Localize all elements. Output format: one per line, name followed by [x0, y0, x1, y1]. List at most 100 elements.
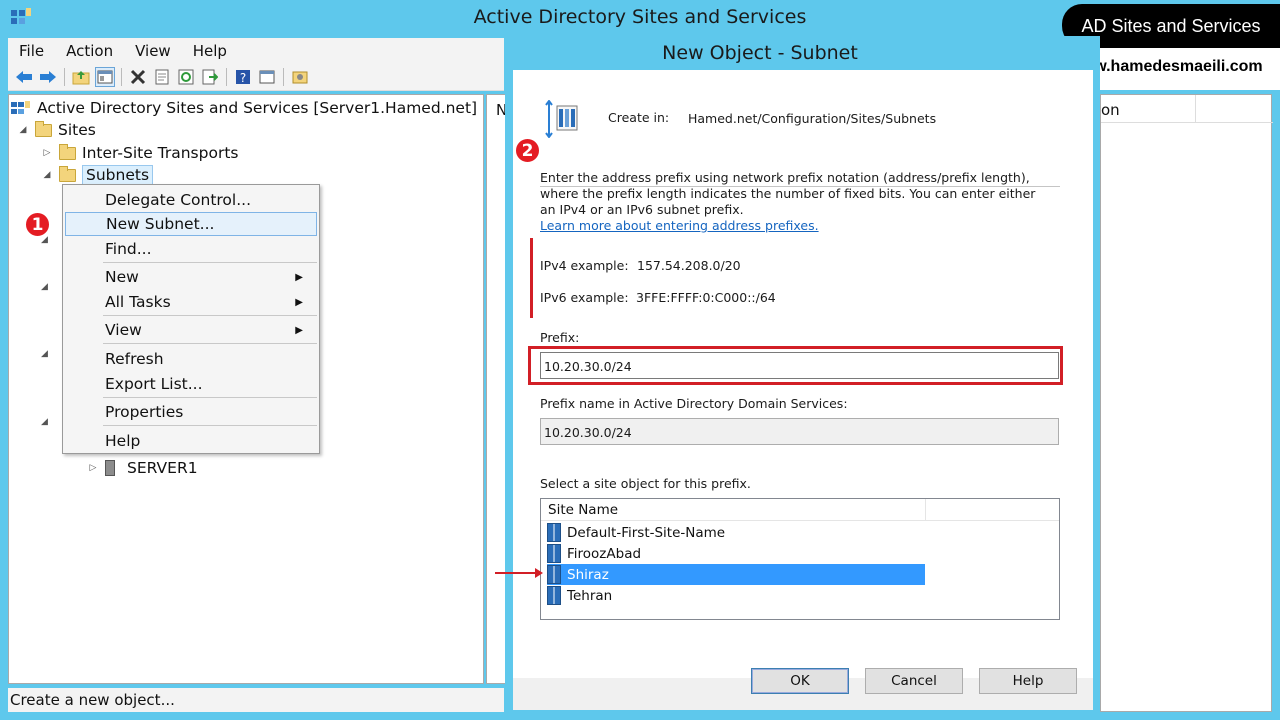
new-subnet-dialog: New Object - Subnet Create in: Hamed.net…	[505, 36, 1100, 716]
export-list-icon[interactable]	[200, 67, 220, 87]
ipv6-example-label: IPv6 example:	[540, 290, 629, 305]
menu-item-new-subnet[interactable]: New Subnet...	[65, 212, 317, 236]
menu-item-view[interactable]: View ▶	[65, 318, 317, 342]
collapse-arrow-icon[interactable]: ◢	[41, 170, 53, 180]
menu-item-label: Find...	[105, 240, 152, 258]
svg-text:?: ?	[240, 71, 246, 85]
menu-separator	[103, 343, 317, 344]
prefix-input[interactable]: 10.20.30.0/24	[540, 352, 1059, 379]
learn-more-link[interactable]: Learn more about entering address prefix…	[540, 218, 819, 233]
refresh-icon[interactable]	[176, 67, 196, 87]
menu-separator	[103, 315, 317, 316]
dialog-body: Create in: Hamed.net/Configuration/Sites…	[513, 70, 1093, 710]
site-list[interactable]: Site Name Default-First-Site-Name Firooz…	[540, 498, 1060, 620]
ipv6-example-value: 3FFE:FFFF:0:C000::/64	[636, 290, 776, 305]
site-row-label: Default-First-Site-Name	[567, 524, 726, 541]
new-object-icon[interactable]	[290, 67, 310, 87]
dialog-content: Create in: Hamed.net/Configuration/Sites…	[513, 70, 1093, 678]
menu-separator	[103, 397, 317, 398]
menu-item-label: New	[105, 268, 139, 286]
menu-file[interactable]: File	[8, 42, 55, 60]
step-badge-one: 1	[24, 211, 51, 238]
site-row-label: FiroozAbad	[567, 545, 642, 562]
submenu-arrow-icon: ▶	[295, 296, 303, 308]
column-header-row: on	[1101, 95, 1273, 123]
toolbar-separator	[121, 68, 122, 86]
server-icon	[105, 460, 115, 476]
back-arrow-icon[interactable]	[14, 67, 34, 87]
tree-item-server1[interactable]: ▷ SERVER1	[87, 457, 198, 479]
watermark-title: AD Sites and Services	[1081, 16, 1261, 36]
properties-icon[interactable]	[152, 67, 172, 87]
menu-action[interactable]: Action	[55, 42, 124, 60]
menu-item-label: New Subnet...	[106, 215, 215, 233]
menu-item-new[interactable]: New ▶	[65, 265, 317, 289]
menu-item-export-list[interactable]: Export List...	[65, 372, 317, 396]
forward-arrow-icon[interactable]	[38, 67, 58, 87]
expand-arrow-icon[interactable]: ▷	[41, 148, 53, 158]
site-list-header[interactable]: Site Name	[541, 499, 1059, 521]
status-bar: Create a new object...	[8, 688, 504, 712]
menu-help[interactable]: Help	[182, 42, 238, 60]
menu-item-label: All Tasks	[105, 293, 171, 311]
collapse-arrow-icon[interactable]: ◢	[41, 276, 48, 298]
console-icon[interactable]	[257, 67, 277, 87]
toolbar: ?	[8, 64, 504, 91]
folder-icon	[59, 143, 76, 160]
background-details-pane: on	[1100, 94, 1273, 712]
site-row-tehran[interactable]: Tehran	[547, 585, 925, 606]
menu-item-find[interactable]: Find...	[65, 237, 317, 261]
toolbar-separator	[64, 68, 65, 86]
site-select-label: Select a site object for this prefix.	[540, 476, 751, 491]
step-badge-two: 2	[514, 137, 541, 164]
collapse-arrow-icon[interactable]: ◢	[17, 125, 29, 135]
menu-separator	[103, 425, 317, 426]
tree-item-subnets[interactable]: ◢ Subnets	[41, 164, 154, 186]
submenu-arrow-icon: ▶	[295, 324, 303, 336]
site-row-label: Shiraz	[567, 566, 609, 583]
ok-button[interactable]: OK	[751, 668, 849, 694]
site-row-shiraz[interactable]: Shiraz	[547, 564, 925, 585]
help-icon[interactable]: ?	[233, 67, 253, 87]
folder-icon	[59, 165, 76, 182]
cancel-button[interactable]: Cancel	[865, 668, 963, 694]
up-folder-icon[interactable]	[71, 67, 91, 87]
menu-item-label: Delegate Control...	[105, 191, 252, 209]
column-header-partial: on	[1101, 101, 1120, 119]
site-icon	[547, 565, 561, 584]
site-icon	[547, 544, 561, 563]
show-hide-tree-icon[interactable]	[95, 67, 115, 87]
help-button[interactable]: Help	[979, 668, 1077, 694]
collapse-arrow-icon[interactable]: ◢	[41, 343, 48, 365]
expand-arrow-icon[interactable]: ▷	[87, 463, 99, 473]
tree-item-inter-site-label: Inter-Site Transports	[82, 144, 239, 162]
menu-view[interactable]: View	[124, 42, 182, 60]
tree-item-sites-label: Sites	[58, 121, 96, 139]
instructions-line-3: an IPv4 or an IPv6 subnet prefix.	[540, 202, 744, 217]
menu-item-label: Refresh	[105, 350, 164, 368]
tree-item-sites[interactable]: ◢ Sites	[17, 119, 96, 141]
tree-item-inter-site-transports[interactable]: ▷ Inter-Site Transports	[41, 142, 238, 164]
menu-item-label: Export List...	[105, 375, 203, 393]
menu-item-properties[interactable]: Properties	[65, 400, 317, 424]
site-row-default-first-site-name[interactable]: Default-First-Site-Name	[547, 522, 925, 543]
annotation-arrow-icon	[495, 568, 543, 578]
menu-item-label: Help	[105, 432, 141, 450]
delete-icon[interactable]	[128, 67, 148, 87]
menu-item-all-tasks[interactable]: All Tasks ▶	[65, 290, 317, 314]
site-icon	[547, 586, 561, 605]
menu-item-help[interactable]: Help	[65, 429, 317, 453]
tree-root[interactable]: Active Directory Sites and Services [Ser…	[11, 97, 477, 119]
menu-item-label: Properties	[105, 403, 184, 421]
menu-item-refresh[interactable]: Refresh	[65, 347, 317, 371]
site-row-firoozabad[interactable]: FiroozAbad	[547, 543, 925, 564]
toolbar-separator	[283, 68, 284, 86]
menu-item-delegate-control[interactable]: Delegate Control...	[65, 188, 317, 212]
site-name-column: Site Name	[548, 502, 619, 518]
collapse-arrow-icon[interactable]: ◢	[41, 411, 48, 433]
dialog-title: New Object - Subnet	[662, 42, 858, 64]
prefix-name-label: Prefix name in Active Directory Domain S…	[540, 396, 848, 411]
status-text: Create a new object...	[10, 691, 175, 709]
ipv4-example-value: 157.54.208.0/20	[637, 258, 741, 273]
ipv4-example-label: IPv4 example:	[540, 258, 629, 273]
